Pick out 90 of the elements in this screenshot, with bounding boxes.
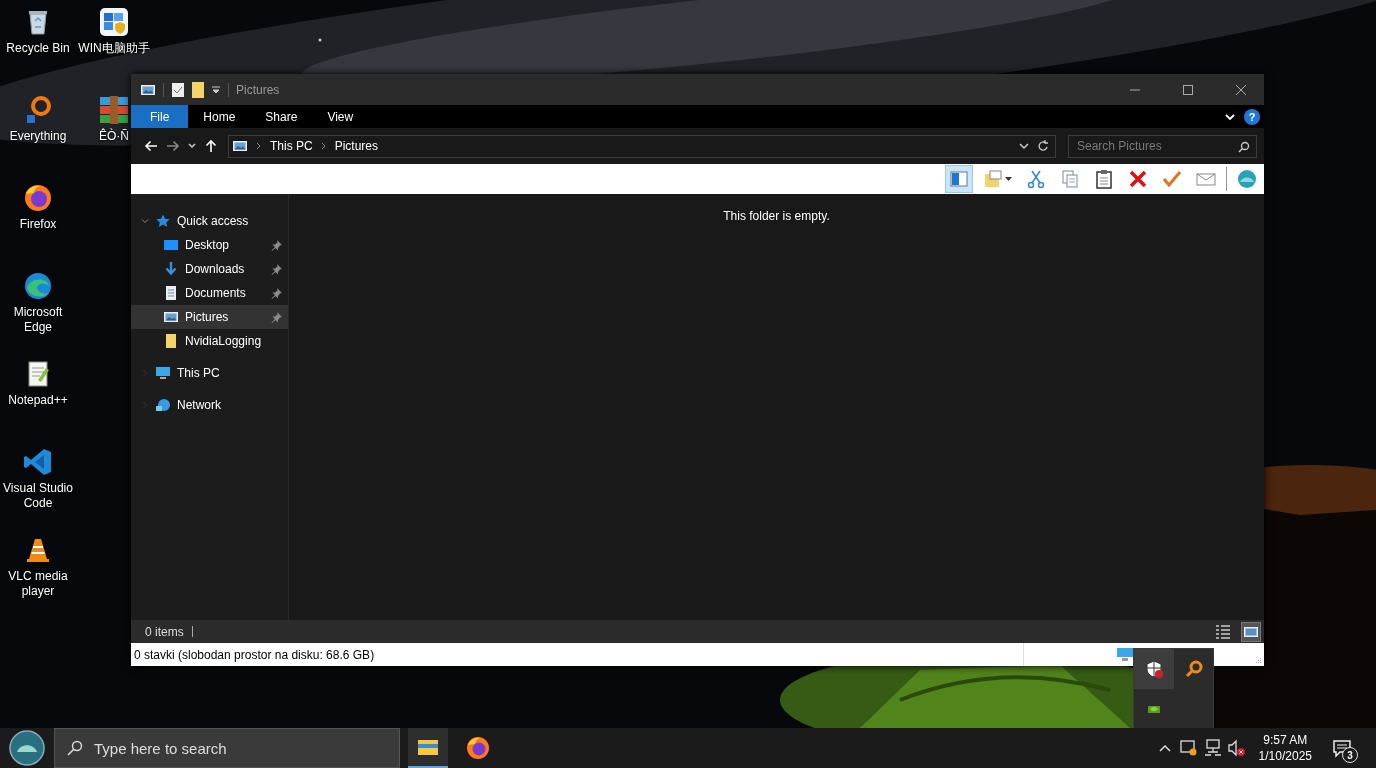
shield-tray-button[interactable]	[1134, 649, 1174, 689]
ribbon-tab[interactable]: File	[131, 105, 189, 128]
search-icon	[67, 740, 83, 756]
empty-folder-message: This folder is empty.	[723, 209, 830, 223]
desktop-icon-label[interactable]: Everything	[9, 129, 67, 144]
search-field[interactable]: Search Pictures	[1068, 134, 1257, 158]
nav-item[interactable]: Downloads	[131, 257, 288, 281]
taskbar-search-field[interactable]: Type here to search	[54, 728, 400, 768]
firefox-icon[interactable]	[22, 182, 54, 214]
notifications-button[interactable]: 3	[1322, 728, 1362, 768]
chevron-right-icon	[320, 142, 327, 150]
ribbon-tab[interactable]: View	[312, 105, 369, 128]
shield-icon	[1144, 659, 1164, 679]
back-arrow-icon	[144, 139, 158, 153]
monitor-icon	[155, 365, 171, 381]
ribbon-tab[interactable]: Home	[188, 105, 251, 128]
list-icon	[1215, 623, 1231, 640]
star-icon	[155, 213, 171, 229]
desktop-icon-label[interactable]: VLC media player	[0, 569, 76, 599]
disk-space-text: 0 stavki (slobodan prostor na disku: 68.6 GB)	[134, 647, 376, 662]
nav-item[interactable]: Quick access	[131, 209, 288, 233]
scissors-icon	[1026, 169, 1046, 189]
back-button[interactable]	[144, 139, 158, 153]
shell-globe-icon	[1237, 169, 1257, 189]
maximize-icon	[1183, 84, 1193, 95]
desktop-icon-label[interactable]: Recycle Bin	[6, 41, 70, 56]
nav-item[interactable]: Pictures	[131, 305, 288, 329]
tiles-shield-icon[interactable]	[98, 6, 130, 38]
desktop-icon	[163, 237, 179, 253]
file-explorer-button[interactable]	[408, 728, 448, 768]
resize-grip-icon	[1255, 657, 1261, 663]
muted-speaker-icon	[1226, 738, 1247, 758]
preview-pane-icon	[949, 169, 969, 189]
window-title: Pictures	[236, 82, 280, 97]
copy-icon	[1060, 169, 1080, 189]
update-icon	[1178, 738, 1199, 758]
network-icon	[155, 397, 171, 413]
nav-item[interactable]: Desktop	[131, 233, 288, 257]
desktop-icon-label[interactable]: WIN电脑助手	[78, 41, 150, 56]
desktop-icon-label[interactable]: Notepad++	[8, 393, 68, 408]
desktop-icon-label[interactable]: Microsoft Edge	[0, 305, 76, 335]
clock[interactable]: 9:57 AM 1/10/2025	[1258, 732, 1312, 764]
nav-item[interactable]: NvidiaLogging	[131, 329, 288, 353]
archive-stack-icon[interactable]	[98, 94, 130, 126]
forward-arrow-icon	[166, 139, 180, 153]
vscode-icon[interactable]	[22, 446, 54, 478]
nav-item[interactable]: Network	[131, 393, 288, 417]
magnifier-icon	[1184, 659, 1204, 679]
desktop-icon-label[interactable]: ÊÒ·Ñ	[99, 129, 129, 144]
chevron-right-icon	[256, 142, 262, 150]
folder-icon[interactable]	[192, 81, 204, 98]
ribbon-tab[interactable]: Share	[250, 105, 313, 128]
help-button[interactable]: ?	[1244, 108, 1260, 125]
large-icons-view-button[interactable]	[1241, 621, 1261, 642]
preview-pane-button[interactable]	[945, 165, 973, 193]
pictures-icon	[163, 309, 179, 325]
firefox-icon	[465, 735, 491, 761]
down-arrow-icon	[163, 261, 179, 277]
dropdown-icon	[1005, 177, 1012, 181]
nav-item[interactable]: This PC	[131, 361, 288, 385]
clipboard-icon	[1094, 169, 1114, 189]
refresh-icon[interactable]	[1037, 139, 1049, 153]
up-arrow-icon	[204, 139, 218, 153]
breadcrumb[interactable]: This PC	[270, 139, 313, 153]
forward-button[interactable]	[166, 139, 180, 153]
edge-icon[interactable]	[22, 270, 54, 302]
desktop-icon-label[interactable]: Firefox	[19, 217, 57, 232]
address-bar[interactable]: This PC Pictures	[228, 134, 1056, 158]
desktop-icon-label[interactable]: Visual Studio Code	[0, 481, 76, 511]
nav-item[interactable]: Documents	[131, 281, 288, 305]
delete-icon	[1128, 169, 1148, 189]
approve-icon	[1162, 169, 1182, 189]
monitor-icon	[1117, 648, 1133, 661]
folder-icon	[163, 333, 179, 349]
breadcrumb[interactable]: Pictures	[334, 139, 379, 153]
search-icon	[1238, 140, 1250, 153]
checklist-icon[interactable]	[171, 81, 185, 98]
dropdown-icon[interactable]	[211, 84, 221, 95]
chevron-up-icon	[1158, 744, 1171, 752]
pictures-icon	[232, 138, 248, 154]
up-button[interactable]	[204, 139, 218, 153]
document-icon	[163, 285, 179, 301]
minimize-icon	[1130, 88, 1140, 91]
item-count: 0 items	[145, 624, 184, 639]
speech-bubble-icon	[1332, 738, 1352, 758]
close-icon	[1236, 84, 1246, 95]
orb-icon	[9, 730, 45, 766]
folder-window-icon	[983, 169, 1003, 189]
network-icon	[1202, 738, 1223, 758]
dropdown-icon[interactable]	[1019, 141, 1029, 151]
